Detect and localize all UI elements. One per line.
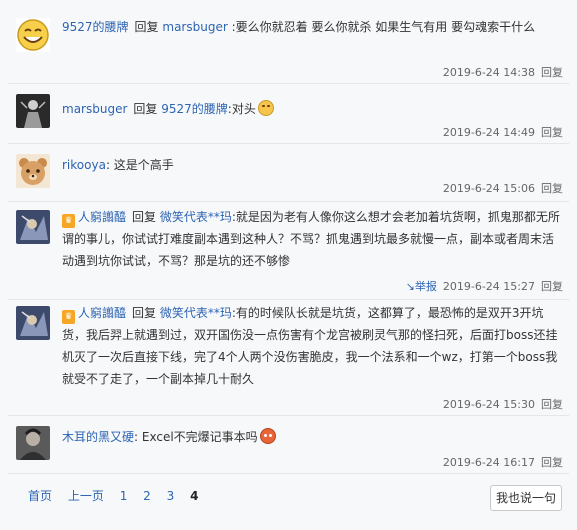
reply-link[interactable]: 回复 xyxy=(541,280,563,293)
smile-emoji-icon xyxy=(257,100,274,116)
comment-body: marsbuger 回复 9527的腰牌:对头 xyxy=(62,98,563,120)
vip-badge-icon: ♛ xyxy=(62,214,75,228)
prev-page-link[interactable]: 上一页 xyxy=(68,489,104,503)
timestamp: 2019-6-24 15:06 xyxy=(442,182,535,195)
avatar[interactable] xyxy=(16,94,50,128)
avatar[interactable] xyxy=(16,154,50,188)
reply-word: 回复 xyxy=(132,306,157,320)
comment-item: 木耳的黑又硬: Excel不完爆记事本吗 2019-6-24 16:17 回复 xyxy=(8,416,569,474)
comment-meta: 2019-6-24 16:17 回复 xyxy=(443,454,563,470)
comment-item: marsbuger 回复 9527的腰牌:对头 2019-6-24 14:49 回复 xyxy=(8,84,569,144)
avatar[interactable] xyxy=(16,210,50,244)
report-label: 举报 xyxy=(414,280,437,293)
reply-to-link[interactable]: marsbuger xyxy=(162,20,227,34)
comment-list: 9527的腰牌 回复 marsbuger :要么你就忍着 要么你就杀 如果生气有用… xyxy=(8,0,569,530)
page-link-2[interactable]: 2 xyxy=(143,489,151,503)
avatar[interactable] xyxy=(16,18,50,52)
avatar[interactable] xyxy=(16,426,50,460)
page-link-3[interactable]: 3 xyxy=(167,489,175,503)
comment-item: 9527的腰牌 回复 marsbuger :要么你就忍着 要么你就杀 如果生气有用… xyxy=(8,0,569,84)
reply-word: 回复 xyxy=(133,102,158,116)
page-link-1[interactable]: 1 xyxy=(120,489,128,503)
comment-body: ♛ 人窮譾醯 回复 微笑代表**玛:有的时候队长就是坑货，这都算了，最恐怖的是双开3… xyxy=(62,302,563,390)
comment-meta: 2019-6-24 15:06 回复 xyxy=(443,180,563,196)
first-page-link[interactable]: 首页 xyxy=(28,489,52,503)
timestamp: 2019-6-24 15:27 xyxy=(442,280,535,293)
comment-item: rikooya: 这是个高手 2019-6-24 15:06 回复 xyxy=(8,144,569,202)
comment-body: 9527的腰牌 回复 marsbuger :要么你就忍着 要么你就杀 如果生气有用… xyxy=(62,16,563,38)
report-link[interactable]: ↘举报 xyxy=(406,280,437,293)
reply-word: 回复 xyxy=(132,210,157,224)
username-link[interactable]: marsbuger xyxy=(62,102,127,116)
comment-meta: 2019-6-24 15:30 回复 xyxy=(443,396,563,412)
avatar[interactable] xyxy=(16,306,50,340)
comment-meta: 2019-6-24 14:49 回复 xyxy=(443,124,563,140)
comment-text: : 这是个高手 xyxy=(105,158,174,172)
comment-text: :对头 xyxy=(227,102,256,116)
timestamp: 2019-6-24 14:49 xyxy=(442,126,535,139)
comment-meta: ↘举报 2019-6-24 15:27 回复 xyxy=(406,278,563,294)
username-link[interactable]: 人窮譾醯 xyxy=(78,306,126,320)
reply-link[interactable]: 回复 xyxy=(541,182,563,195)
username-link[interactable]: 木耳的黑又硬 xyxy=(62,430,134,444)
report-icon: ↘ xyxy=(405,280,415,293)
reply-link[interactable]: 回复 xyxy=(541,456,563,469)
comment-body: rikooya: 这是个高手 xyxy=(62,154,563,176)
reply-word: 回复 xyxy=(134,20,159,34)
username-link[interactable]: rikooya xyxy=(62,158,106,172)
comment-item: ♛ 人窮譾醯 回复 微笑代表**玛:有的时候队长就是坑货，这都算了，最恐怖的是双开3… xyxy=(8,300,569,416)
timestamp: 2019-6-24 16:17 xyxy=(442,456,535,469)
comment-item: ♛ 人窮譾醯 回复 微笑代表**玛:就是因为老有人像你这么想才会老加着坑货啊，抓鬼那… xyxy=(8,202,569,300)
reply-link[interactable]: 回复 xyxy=(541,66,563,79)
write-reply-button[interactable]: 我也说一句 xyxy=(490,485,562,511)
reply-to-link[interactable]: 微笑代表**玛 xyxy=(160,306,232,320)
comment-text: : Excel不完爆记事本吗 xyxy=(134,430,258,444)
reply-link[interactable]: 回复 xyxy=(541,126,563,139)
pagination: 首页 上一页 1 2 3 4 xyxy=(28,486,210,506)
timestamp: 2019-6-24 15:30 xyxy=(442,398,535,411)
vip-badge-icon: ♛ xyxy=(62,310,75,324)
timestamp: 2019-6-24 14:38 xyxy=(442,66,535,79)
username-link[interactable]: 人窮譾醯 xyxy=(78,210,126,224)
reply-to-link[interactable]: 微笑代表**玛 xyxy=(160,210,232,224)
current-page: 4 xyxy=(190,489,199,503)
comment-body: 木耳的黑又硬: Excel不完爆记事本吗 xyxy=(62,426,563,448)
reply-to-link[interactable]: 9527的腰牌 xyxy=(161,102,228,116)
username-link[interactable]: 9527的腰牌 xyxy=(62,20,129,34)
comment-meta: 2019-6-24 14:38 回复 xyxy=(443,64,563,80)
angry-emoji-icon xyxy=(259,428,276,444)
comment-text: :要么你就忍着 要么你就杀 如果生气有用 要勾魂索干什么 xyxy=(231,20,536,34)
reply-link[interactable]: 回复 xyxy=(541,398,563,411)
comment-body: ♛ 人窮譾醯 回复 微笑代表**玛:就是因为老有人像你这么想才会老加着坑货啊，抓鬼那… xyxy=(62,206,563,272)
